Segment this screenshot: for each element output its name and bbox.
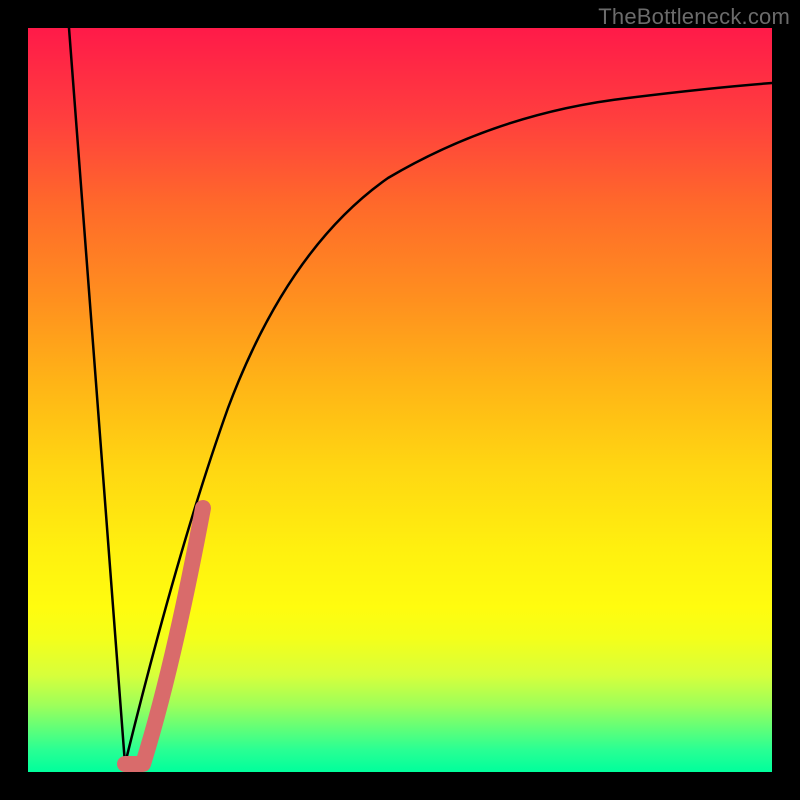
chart-curves [28,28,772,772]
right-branch-line [125,83,772,764]
chart-frame: TheBottleneck.com [0,0,800,800]
highlight-segment-line [125,508,203,764]
left-branch-line [69,28,125,764]
watermark-text: TheBottleneck.com [598,4,790,30]
